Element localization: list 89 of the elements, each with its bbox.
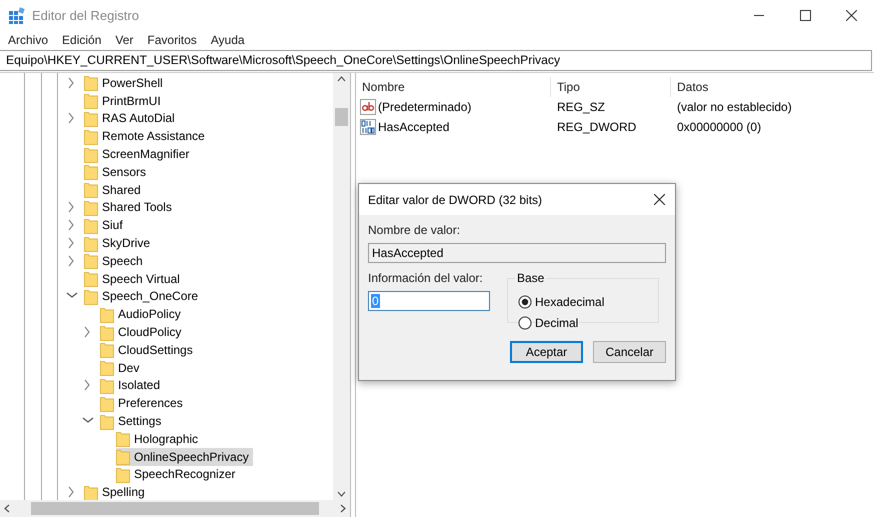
- close-icon: [846, 10, 856, 20]
- folder-icon: [100, 394, 114, 412]
- tree-item[interactable]: Dev: [100, 358, 144, 377]
- tree-item[interactable]: Shared: [84, 180, 145, 199]
- address-bar[interactable]: Equipo\HKEY_CURRENT_USER\Software\Microsoft\Speech_OneCore\Settings\OnlineSpeechPrivacy: [0, 50, 872, 71]
- dialog-title: Editar valor de DWORD (32 bits): [368, 192, 542, 206]
- scroll-right-icon[interactable]: [340, 504, 346, 513]
- registry-icon: [8, 6, 25, 24]
- folder-icon: [84, 110, 98, 127]
- tree-item[interactable]: OnlineSpeechPrivacy: [116, 448, 253, 466]
- value-name-field[interactable]: HasAccepted: [368, 243, 666, 263]
- folder-icon: [84, 128, 98, 145]
- tree-item[interactable]: Shared Tools: [84, 198, 176, 216]
- folder-icon: [100, 341, 114, 358]
- column-header[interactable]: Tipo: [551, 77, 671, 97]
- folder-icon: [84, 216, 98, 234]
- close-icon[interactable]: [654, 194, 665, 205]
- tree-item[interactable]: Speech Virtual: [84, 270, 184, 288]
- scroll-thumb[interactable]: [335, 108, 348, 126]
- tree-item[interactable]: SkyDrive: [84, 234, 154, 252]
- column-header[interactable]: Nombre: [356, 77, 551, 97]
- folder-icon: [116, 430, 130, 448]
- tree-item[interactable]: CloudPolicy: [100, 323, 186, 341]
- folder-icon: [84, 74, 98, 92]
- tree-item[interactable]: Preferences: [100, 394, 187, 412]
- tree-item[interactable]: PrintBrmUI: [84, 92, 165, 110]
- folder-icon: [100, 376, 114, 394]
- dialog-button[interactable]: Aceptar: [510, 341, 583, 363]
- folder-icon: [84, 288, 98, 305]
- folder-icon: [84, 92, 98, 110]
- group-label: Base: [516, 271, 546, 285]
- tree-item[interactable]: Siuf: [84, 216, 127, 234]
- folder-icon: [100, 324, 114, 341]
- menu-item[interactable]: Ayuda: [204, 32, 252, 46]
- table-cell-text: (valor no establecido): [676, 100, 792, 114]
- maximize-icon: [800, 10, 810, 20]
- folder-icon: [100, 359, 114, 376]
- menu-item[interactable]: Ver: [108, 32, 140, 46]
- field-label: Nombre de valor:: [368, 223, 462, 237]
- tree-item[interactable]: Spelling: [84, 483, 149, 500]
- window-title: Editor del Registro: [32, 8, 139, 22]
- value-name: (Predeterminado): [378, 100, 472, 114]
- tree-item[interactable]: CloudSettings: [100, 340, 197, 359]
- radio-checked-icon[interactable]: [518, 294, 532, 308]
- folder-icon: [84, 270, 98, 288]
- menu-item[interactable]: Archivo: [1, 32, 56, 46]
- tree-item[interactable]: ScreenMagnifier: [84, 145, 194, 163]
- tree-item[interactable]: Isolated: [100, 376, 164, 394]
- table-cell-text: REG_DWORD: [556, 120, 638, 134]
- folder-icon: [84, 163, 98, 180]
- folder-icon: [84, 484, 98, 500]
- tree-item[interactable]: RAS AutoDial: [84, 110, 179, 128]
- tree-item[interactable]: PowerShell: [84, 74, 167, 92]
- tree-item[interactable]: Sensors: [84, 162, 150, 181]
- tree-item[interactable]: Remote Assistance: [84, 127, 209, 146]
- radio-option[interactable]: Decimal: [518, 314, 648, 331]
- folder-icon: [84, 252, 98, 270]
- tree-item[interactable]: SpeechRecognizer: [116, 466, 240, 484]
- folder-icon: [84, 181, 98, 198]
- scroll-left-icon[interactable]: [4, 504, 10, 513]
- menu-item[interactable]: Favoritos: [140, 32, 204, 46]
- value-name: HasAccepted: [378, 120, 450, 134]
- folder-icon: [84, 198, 98, 216]
- string-value-icon: [360, 99, 376, 115]
- radio-icon[interactable]: [518, 316, 532, 330]
- tree-item[interactable]: Speech_OneCore: [84, 288, 202, 306]
- tree-item[interactable]: Settings: [100, 412, 166, 430]
- scroll-down-icon[interactable]: [337, 491, 346, 497]
- tree-item[interactable]: Holographic: [116, 430, 202, 448]
- folder-icon: [116, 466, 130, 483]
- tree-item[interactable]: Speech: [84, 252, 147, 270]
- binary-value-icon: [360, 119, 376, 135]
- folder-icon: [116, 448, 130, 466]
- vertical-scrollbar[interactable]: [333, 73, 350, 500]
- menu-item[interactable]: Edición: [55, 32, 108, 46]
- tree-item[interactable]: AudioPolicy: [100, 305, 185, 324]
- table-cell-text: 0x00000000 (0): [676, 120, 762, 134]
- folder-icon: [100, 306, 114, 323]
- column-header[interactable]: Datos: [671, 77, 851, 97]
- radio-option[interactable]: Hexadecimal: [518, 293, 648, 310]
- field-label: Información del valor:: [368, 271, 484, 285]
- horizontal-scrollbar[interactable]: [0, 500, 350, 517]
- folder-icon: [84, 234, 98, 252]
- scroll-up-icon[interactable]: [337, 76, 346, 82]
- folder-icon: [100, 412, 114, 430]
- folder-icon: [84, 146, 98, 163]
- dialog-button[interactable]: Cancelar: [593, 341, 666, 363]
- table-cell-text: REG_SZ: [556, 100, 606, 114]
- scroll-thumb[interactable]: [31, 502, 319, 515]
